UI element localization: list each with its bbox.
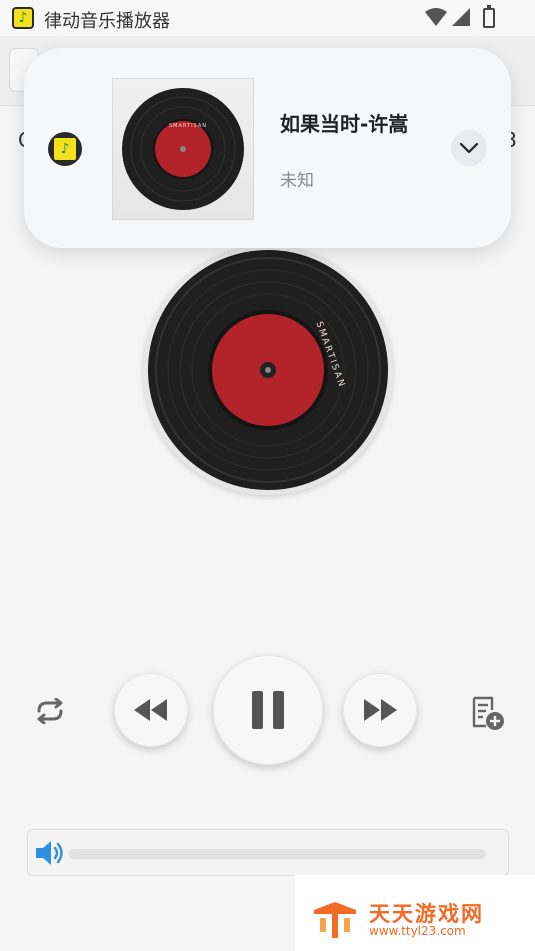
repeat-icon (37, 698, 63, 724)
volume-slider[interactable] (68, 849, 486, 859)
add-to-playlist-button[interactable] (470, 696, 506, 732)
add-to-playlist-icon (472, 696, 504, 730)
watermark: 天天游戏网 www.ttyl23.com (295, 875, 535, 951)
fast-forward-icon (364, 699, 397, 721)
pause-icon (252, 691, 284, 729)
next-button[interactable] (343, 673, 417, 747)
play-pause-button[interactable] (213, 655, 323, 765)
volume-control[interactable] (27, 829, 509, 876)
battery-charging-icon (483, 5, 495, 28)
status-bar: ♪ 律动音乐播放器 (0, 0, 535, 36)
app-logo-icon: ♪ (12, 7, 34, 29)
watermark-logo-icon (314, 902, 356, 938)
album-art-label-text: SMARTISAN (169, 123, 207, 129)
big-vinyl-record: SMARTISAN (143, 245, 393, 495)
signal-icon (452, 8, 470, 26)
music-notification-card[interactable]: ♪ SMARTISAN 如果当时-许嵩 未知 (24, 48, 511, 248)
app-title: 律动音乐播放器 (44, 11, 170, 32)
repeat-button[interactable] (34, 696, 66, 726)
song-title: 如果当时-许嵩 (280, 112, 409, 136)
expand-notification-button[interactable] (451, 130, 487, 166)
wifi-icon (425, 8, 447, 26)
rewind-icon (134, 699, 167, 721)
album-art: SMARTISAN (112, 78, 254, 220)
chevron-down-icon (459, 142, 479, 154)
previous-button[interactable] (114, 673, 188, 747)
speaker-icon[interactable] (36, 840, 64, 866)
notification-app-icon: ♪ (48, 132, 82, 166)
watermark-url: www.ttyl23.com (369, 924, 466, 938)
wifi-signal-icons (425, 8, 470, 26)
song-artist: 未知 (280, 171, 314, 191)
